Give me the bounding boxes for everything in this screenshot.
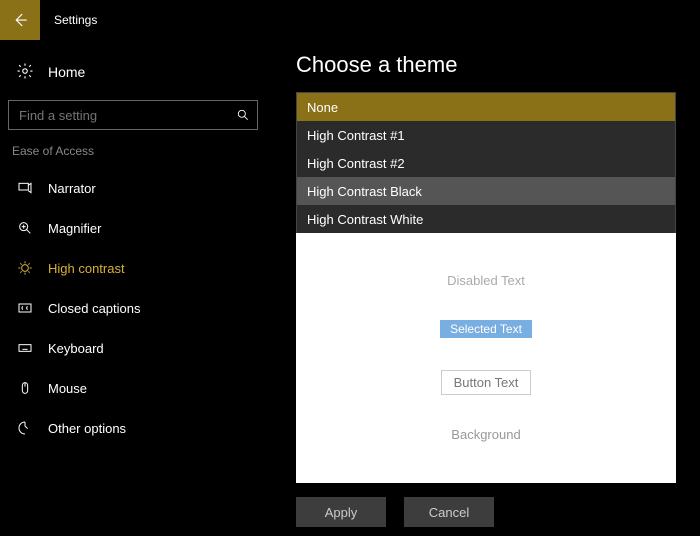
keyboard-icon [16, 340, 34, 356]
preview-background-text: Background [451, 427, 520, 442]
sidebar-item-high-contrast[interactable]: High contrast [8, 248, 272, 288]
theme-dropdown: None High Contrast #1 High Contrast #2 H… [296, 92, 676, 234]
theme-option-hc1[interactable]: High Contrast #1 [297, 121, 675, 149]
other-options-icon [16, 420, 34, 436]
search-input-wrapper [8, 100, 258, 130]
sidebar: Home Ease of Access Narrator Magnifier H… [0, 40, 280, 536]
sidebar-item-label: Other options [48, 421, 126, 436]
home-button[interactable]: Home [8, 52, 272, 92]
cancel-button[interactable]: Cancel [404, 497, 494, 527]
sidebar-item-keyboard[interactable]: Keyboard [8, 328, 272, 368]
sidebar-item-label: Mouse [48, 381, 87, 396]
high-contrast-icon [16, 260, 34, 276]
title-bar: Settings [0, 0, 700, 40]
theme-option-none[interactable]: None [297, 93, 675, 121]
theme-option-hc-white[interactable]: High Contrast White [297, 205, 675, 233]
sidebar-item-label: Keyboard [48, 341, 104, 356]
theme-preview: Disabled Text Selected Text Button Text … [296, 233, 676, 483]
narrator-icon [16, 180, 34, 196]
search-icon[interactable] [229, 108, 257, 122]
sidebar-item-mouse[interactable]: Mouse [8, 368, 272, 408]
arrow-left-icon [11, 11, 29, 29]
section-label: Ease of Access [12, 144, 272, 158]
magnifier-icon [16, 220, 34, 236]
preview-button-text: Button Text [441, 370, 532, 395]
sidebar-item-closed-captions[interactable]: Closed captions [8, 288, 272, 328]
search-input[interactable] [9, 108, 229, 123]
preview-selected-text: Selected Text [440, 320, 532, 338]
sidebar-item-narrator[interactable]: Narrator [8, 168, 272, 208]
preview-disabled-text: Disabled Text [447, 273, 525, 288]
apply-button[interactable]: Apply [296, 497, 386, 527]
sidebar-item-label: Narrator [48, 181, 96, 196]
closed-captions-icon [16, 300, 34, 316]
mouse-icon [16, 380, 34, 396]
theme-option-hc2[interactable]: High Contrast #2 [297, 149, 675, 177]
sidebar-item-label: Closed captions [48, 301, 141, 316]
sidebar-item-label: Magnifier [48, 221, 101, 236]
sidebar-item-other-options[interactable]: Other options [8, 408, 272, 448]
sidebar-item-magnifier[interactable]: Magnifier [8, 208, 272, 248]
window-title: Settings [54, 13, 97, 27]
gear-icon [16, 62, 34, 83]
home-label: Home [48, 64, 85, 80]
sidebar-item-label: High contrast [48, 261, 125, 276]
theme-option-hc-black[interactable]: High Contrast Black [297, 177, 675, 205]
content-area: Choose a theme None High Contrast #1 Hig… [280, 40, 700, 536]
back-button[interactable] [0, 0, 40, 40]
page-title: Choose a theme [296, 52, 680, 78]
